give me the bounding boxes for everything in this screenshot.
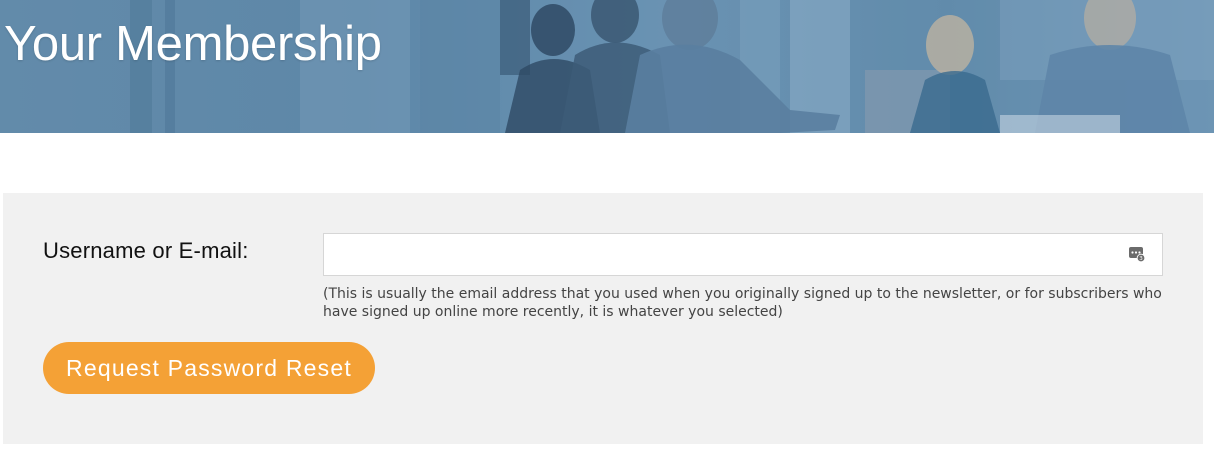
password-manager-icon[interactable]: 3: [1128, 245, 1146, 263]
username-help-text: (This is usually the email address that …: [323, 286, 1162, 320]
svg-text:3: 3: [1139, 256, 1143, 262]
request-password-reset-button[interactable]: Request Password Reset: [43, 342, 375, 394]
password-reset-form: Username or E-mail: 3 (This is usually t…: [3, 193, 1203, 444]
username-email-input[interactable]: [323, 233, 1163, 276]
page-title: Your Membership: [4, 17, 382, 71]
hero-banner: Your Membership: [0, 0, 1214, 133]
username-label: Username or E-mail:: [43, 238, 249, 263]
